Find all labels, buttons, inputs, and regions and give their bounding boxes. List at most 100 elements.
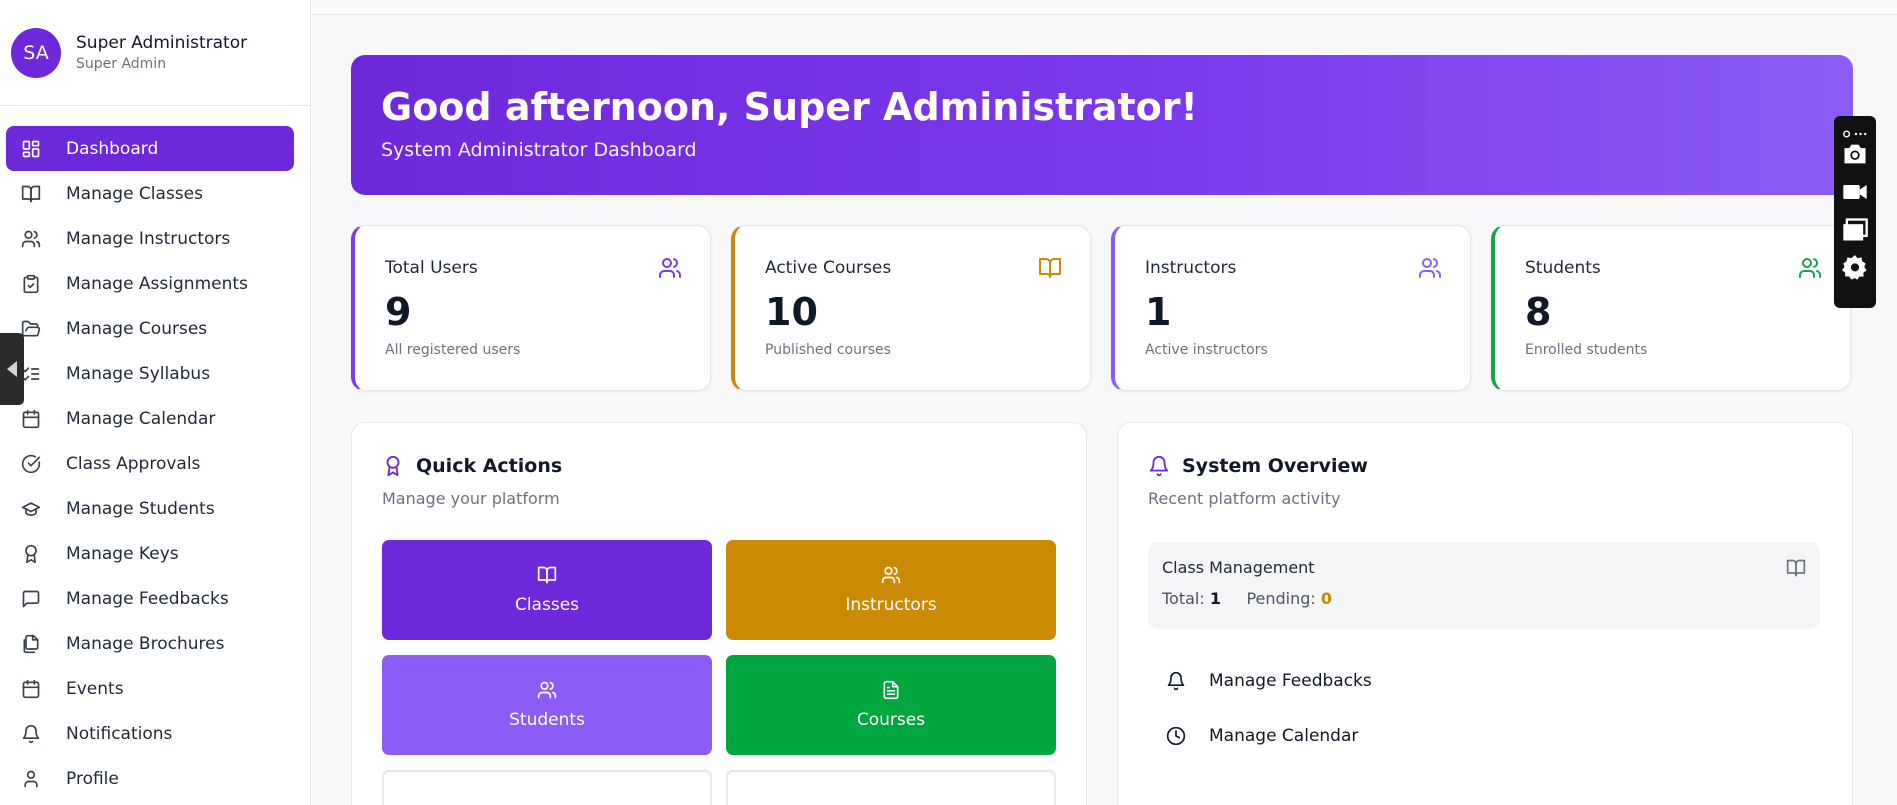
settings-button[interactable] bbox=[1839, 252, 1871, 284]
stat-icon-wrap bbox=[1038, 256, 1062, 280]
sidebar-item-manage-feedbacks[interactable]: Manage Feedbacks bbox=[6, 576, 294, 621]
users-icon bbox=[659, 258, 681, 278]
windows-button[interactable] bbox=[1839, 214, 1871, 246]
class-management-stats: Total: 1 Pending: 0 bbox=[1162, 589, 1820, 608]
top-bar bbox=[312, 0, 1897, 15]
nav-icon-wrap bbox=[21, 499, 41, 519]
welcome-title: Good afternoon, Super Administrator! bbox=[381, 85, 1198, 129]
bell-icon bbox=[1167, 671, 1185, 691]
sidebar-item-label: Events bbox=[66, 678, 124, 699]
overview-item-label: Manage Feedbacks bbox=[1209, 671, 1372, 691]
caret-left-icon bbox=[7, 361, 17, 377]
nav-icon-wrap bbox=[21, 364, 41, 384]
capture-toolbar bbox=[1834, 116, 1876, 308]
clock-icon bbox=[1166, 726, 1186, 746]
nav-icon-wrap bbox=[21, 139, 41, 159]
sidebar: SA Super Administrator Super Admin Dashb… bbox=[0, 0, 311, 805]
quick-actions-title: Quick Actions bbox=[416, 455, 563, 477]
quick-action-classes-button[interactable]: Classes bbox=[382, 540, 712, 640]
pending-value: 0 bbox=[1320, 589, 1333, 608]
stat-icon-wrap bbox=[658, 256, 682, 280]
nav-icon-wrap bbox=[21, 544, 41, 564]
award-icon bbox=[386, 455, 400, 477]
camera-icon bbox=[1844, 144, 1866, 164]
sidebar-item-label: Manage Instructors bbox=[66, 228, 231, 249]
windows-icon bbox=[1843, 218, 1868, 241]
quick-action-label: Students bbox=[509, 710, 585, 730]
stat-card-active-courses: Active Courses 10 Published courses bbox=[731, 225, 1091, 391]
sidebar-nav: Dashboard Manage Classes Manage Instructor… bbox=[0, 106, 310, 801]
sidebar-item-label: Manage Calendar bbox=[66, 408, 216, 429]
stat-description: Active instructors bbox=[1145, 342, 1268, 358]
sidebar-item-dashboard[interactable]: Dashboard bbox=[6, 126, 294, 171]
sidebar-item-manage-students[interactable]: Manage Students bbox=[6, 486, 294, 531]
users-icon bbox=[1419, 258, 1441, 278]
sidebar-item-label: Notifications bbox=[66, 723, 173, 744]
stat-card-instructors: Instructors 1 Active instructors bbox=[1111, 225, 1471, 391]
file-text-icon bbox=[883, 680, 899, 700]
sidebar-item-label: Class Approvals bbox=[66, 453, 201, 474]
clipboard-check-icon bbox=[23, 274, 39, 293]
user-profile[interactable]: SA Super Administrator Super Admin bbox=[0, 0, 310, 106]
welcome-banner: Good afternoon, Super Administrator! Sys… bbox=[351, 55, 1853, 195]
stat-description: Enrolled students bbox=[1525, 342, 1648, 358]
record-video-button[interactable] bbox=[1839, 176, 1871, 208]
sidebar-item-label: Profile bbox=[66, 768, 119, 789]
sidebar-item-label: Manage Classes bbox=[66, 183, 203, 204]
system-overview-panel: System Overview Recent platform activity… bbox=[1117, 422, 1853, 805]
quick-action-instructors-button[interactable]: Instructors bbox=[726, 540, 1056, 640]
check-circle-icon bbox=[21, 454, 41, 473]
sidebar-collapse-button[interactable] bbox=[0, 333, 24, 405]
class-management-card[interactable]: Class Management Total: 1 Pending: 0 bbox=[1148, 542, 1820, 629]
sidebar-item-label: Dashboard bbox=[66, 138, 159, 159]
sidebar-item-manage-classes[interactable]: Manage Classes bbox=[6, 171, 294, 216]
nav-icon-wrap bbox=[21, 679, 41, 699]
pending-label: Pending: bbox=[1246, 589, 1316, 608]
avatar: SA bbox=[11, 27, 61, 78]
files-icon bbox=[23, 634, 39, 653]
folder-open-icon bbox=[21, 320, 41, 336]
sidebar-item-events[interactable]: Events bbox=[6, 666, 294, 711]
overview-item-manage-feedbacks[interactable]: Manage Feedbacks bbox=[1166, 671, 1372, 691]
sidebar-item-label: Manage Assignments bbox=[66, 273, 248, 294]
book-open-icon bbox=[537, 566, 557, 584]
sidebar-item-manage-assignments[interactable]: Manage Assignments bbox=[6, 261, 294, 306]
quick-action-partial-button[interactable] bbox=[726, 770, 1056, 805]
overview-item-label: Manage Calendar bbox=[1209, 726, 1359, 746]
sidebar-item-manage-syllabus[interactable]: Manage Syllabus bbox=[6, 351, 294, 396]
nav-icon-wrap bbox=[21, 454, 41, 474]
sidebar-item-manage-keys[interactable]: Manage Keys bbox=[6, 531, 294, 576]
award-icon bbox=[25, 544, 37, 563]
total-label: Total: bbox=[1162, 589, 1205, 608]
sidebar-item-label: Manage Syllabus bbox=[66, 363, 211, 384]
sidebar-item-notifications[interactable]: Notifications bbox=[6, 711, 294, 756]
nav-icon-wrap bbox=[21, 184, 41, 204]
quick-action-students-button[interactable]: Students bbox=[382, 655, 712, 755]
nav-icon-wrap bbox=[21, 409, 41, 429]
nav-icon-wrap bbox=[21, 724, 41, 744]
quick-action-partial-button[interactable] bbox=[382, 770, 712, 805]
stat-icon-wrap bbox=[1798, 256, 1822, 280]
quick-action-label: Classes bbox=[514, 595, 580, 615]
overview-item-manage-calendar[interactable]: Manage Calendar bbox=[1166, 726, 1358, 746]
quick-action-courses-button[interactable]: Courses bbox=[726, 655, 1056, 755]
sidebar-item-manage-courses[interactable]: Manage Courses bbox=[6, 306, 294, 351]
system-overview-subtitle: Recent platform activity bbox=[1148, 489, 1341, 508]
user-name: Super Administrator bbox=[76, 33, 248, 53]
book-open-icon bbox=[1039, 258, 1061, 278]
calendar-icon bbox=[22, 679, 40, 698]
sidebar-item-profile[interactable]: Profile bbox=[6, 756, 294, 801]
sidebar-item-class-approvals[interactable]: Class Approvals bbox=[6, 441, 294, 486]
quick-actions-subtitle: Manage your platform bbox=[382, 489, 560, 508]
total-value: 1 bbox=[1209, 589, 1221, 608]
screenshot-button[interactable] bbox=[1839, 138, 1871, 170]
user-icon bbox=[24, 770, 38, 787]
sidebar-item-manage-brochures[interactable]: Manage Brochures bbox=[6, 621, 294, 666]
toolbar-header-icons[interactable] bbox=[1841, 120, 1869, 138]
system-overview-title: System Overview bbox=[1182, 455, 1368, 477]
nav-icon-wrap bbox=[21, 769, 41, 789]
sidebar-item-manage-calendar[interactable]: Manage Calendar bbox=[6, 396, 294, 441]
stat-description: Published courses bbox=[765, 342, 891, 358]
sidebar-item-manage-instructors[interactable]: Manage Instructors bbox=[6, 216, 294, 261]
stat-value: 9 bbox=[385, 290, 412, 334]
